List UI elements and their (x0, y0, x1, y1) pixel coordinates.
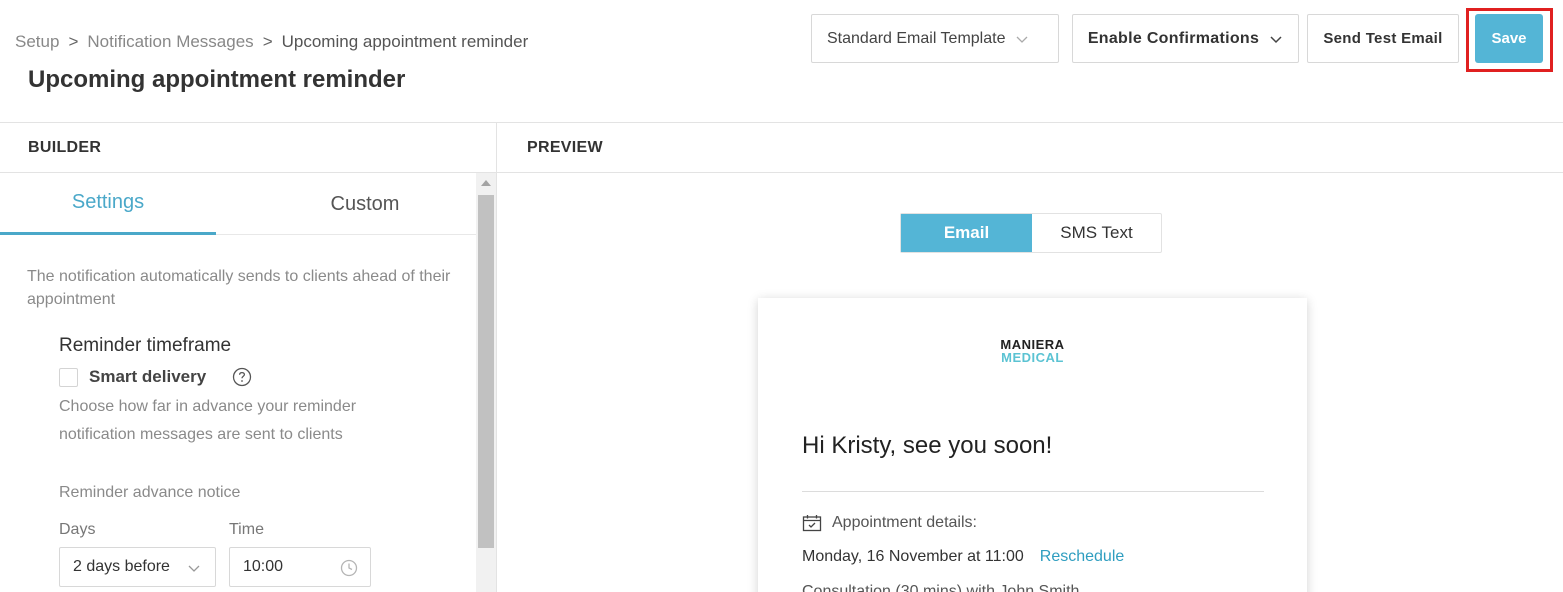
preview-heading: PREVIEW (497, 123, 1563, 173)
enable-confirmations-value: Enable Confirmations (1087, 29, 1260, 47)
builder-panel: Settings Custom The notification automat… (0, 173, 497, 592)
page: Setup > Notification Messages > Upcoming… (0, 0, 1563, 592)
appointment-date-row: Monday, 16 November at 11:00 Reschedule (802, 548, 1124, 566)
advance-help-text: Choose how far in advance your reminder … (59, 398, 357, 443)
breadcrumb-separator: > (262, 32, 273, 51)
time-input[interactable]: 10:00 (229, 547, 371, 587)
tab-settings[interactable]: Settings (0, 173, 216, 235)
days-select-value: 2 days before (73, 558, 170, 575)
smart-delivery-row: Smart delivery (59, 367, 252, 387)
appointment-details-row: Appointment details: (802, 514, 977, 532)
breadcrumb-separator: > (68, 32, 79, 51)
breadcrumb-notification-messages[interactable]: Notification Messages (87, 32, 253, 52)
template-select[interactable]: Standard Email Template (811, 14, 1059, 63)
builder-tabs: Settings Custom (0, 173, 476, 235)
logo-text-bottom: MEDICAL (1001, 350, 1064, 365)
save-button[interactable]: Save (1475, 14, 1543, 63)
scroll-up-icon[interactable] (481, 180, 491, 186)
toggle-sms-text[interactable]: SMS Text (1032, 214, 1161, 252)
breadcrumb-current: Upcoming appointment reminder (281, 32, 529, 51)
reminder-timeframe-title: Reminder timeframe (59, 335, 232, 356)
toggle-email[interactable]: Email (901, 214, 1032, 252)
email-preview-card: MANIERA MEDICAL Hi Kristy, see you soon!… (758, 298, 1307, 592)
clock-icon (340, 559, 358, 577)
appointment-details-label: Appointment details: (832, 514, 977, 531)
days-label: Days (59, 521, 96, 538)
settings-description: The notification automatically sends to … (27, 268, 451, 308)
breadcrumb-setup[interactable]: Setup (15, 32, 59, 52)
time-input-value: 10:00 (243, 558, 284, 575)
email-divider (802, 491, 1264, 492)
preview-toggle: Email SMS Text (900, 213, 1162, 253)
smart-delivery-checkbox[interactable] (59, 367, 78, 387)
time-label: Time (229, 521, 264, 538)
consultation-line: Consultation (30 mins) with John Smith (802, 583, 1080, 592)
brand-logo: MANIERA MEDICAL (758, 338, 1307, 364)
breadcrumb: Setup > Notification Messages > Upcoming… (15, 32, 528, 52)
template-select-value: Standard Email Template (827, 29, 1006, 47)
smart-delivery-label: Smart delivery (89, 367, 207, 386)
header: Setup > Notification Messages > Upcoming… (0, 0, 1563, 123)
builder-scrollbar[interactable] (476, 173, 496, 592)
advance-notice-label: Reminder advance notice (59, 484, 241, 501)
scroll-thumb[interactable] (478, 195, 494, 548)
calendar-check-icon (802, 514, 822, 532)
chevron-down-icon (1269, 32, 1283, 46)
appointment-date: Monday, 16 November at 11:00 (802, 548, 1024, 565)
send-test-email-button[interactable]: Send Test Email (1307, 14, 1459, 63)
chevron-down-icon (185, 559, 203, 577)
days-select[interactable]: 2 days before (59, 547, 216, 587)
chevron-down-icon (1015, 32, 1029, 46)
tab-custom[interactable]: Custom (257, 173, 473, 235)
enable-confirmations-select[interactable]: Enable Confirmations (1072, 14, 1299, 63)
email-greeting: Hi Kristy, see you soon! (802, 432, 1053, 459)
help-circle-icon[interactable] (232, 367, 252, 387)
preview-panel: Email SMS Text MANIERA MEDICAL Hi Kristy… (497, 173, 1563, 592)
builder-heading: BUILDER (0, 123, 497, 173)
page-title: Upcoming appointment reminder (28, 66, 406, 93)
reschedule-link[interactable]: Reschedule (1040, 548, 1125, 566)
